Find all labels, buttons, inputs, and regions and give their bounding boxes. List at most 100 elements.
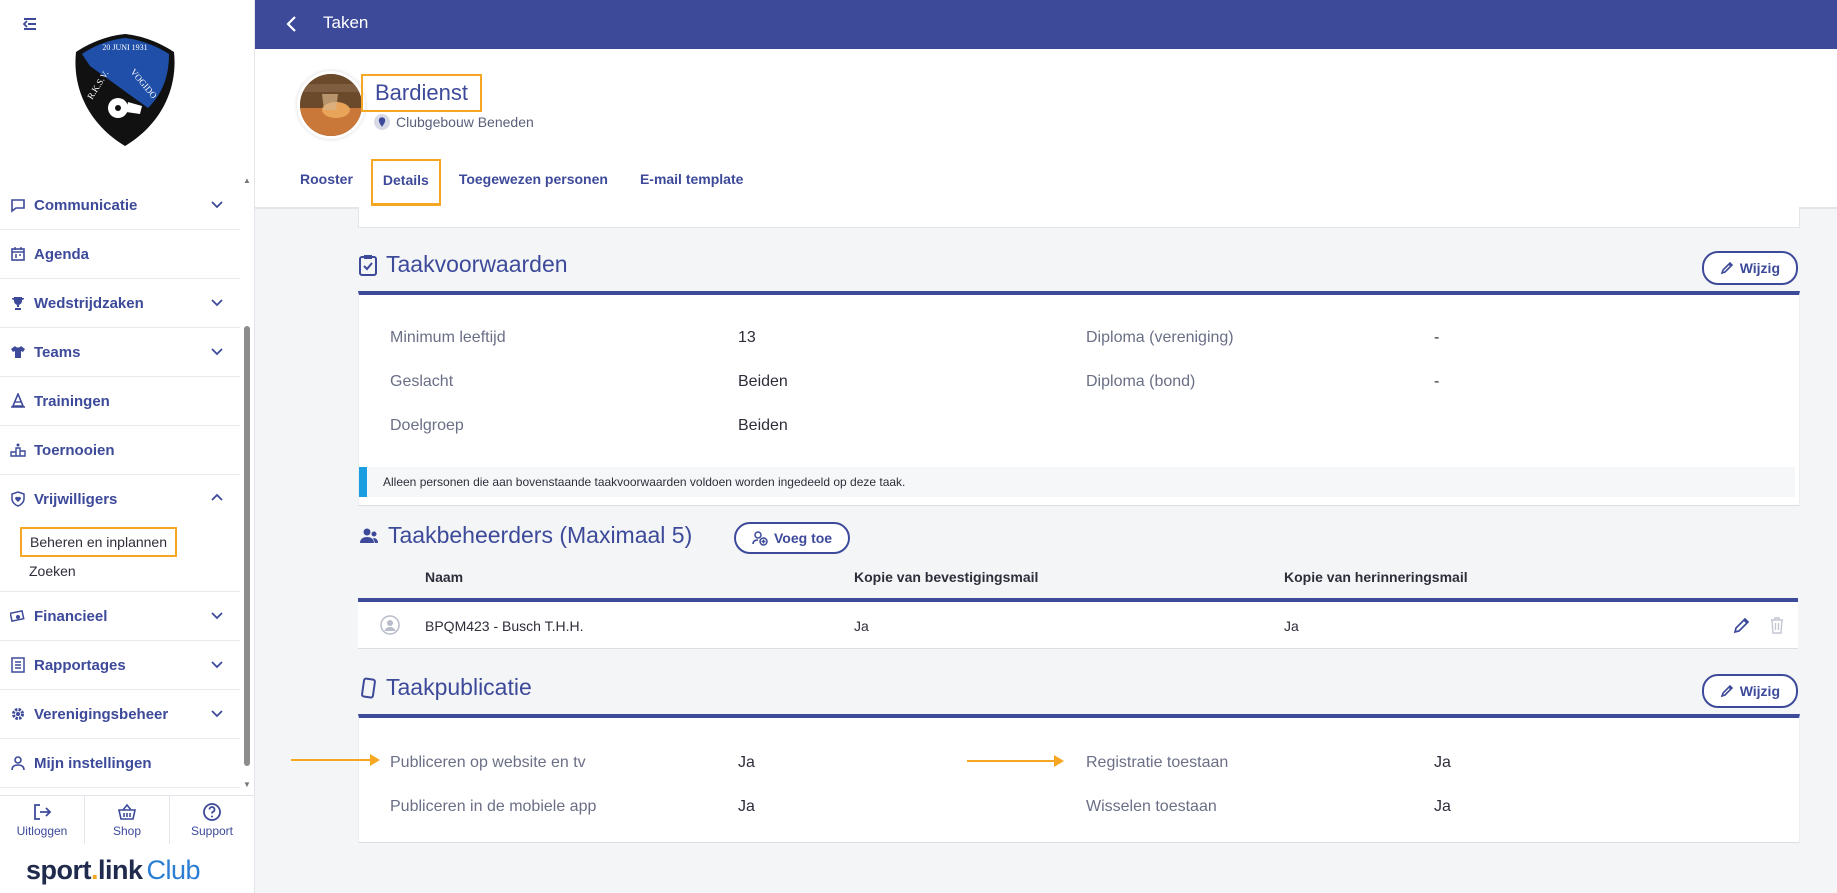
support-button[interactable]: Support — [170, 796, 254, 844]
shop-button[interactable]: Shop — [85, 796, 170, 844]
min-age-label: Minimum leeftijd — [390, 329, 506, 346]
publish-app-label: Publiceren in de mobiele app — [390, 798, 597, 815]
sidebar-item-label: Wedstrijdzaken — [34, 294, 144, 312]
sportlink-logo: sport.link Club — [26, 855, 201, 886]
target-group-value: Beiden — [738, 417, 788, 434]
logout-button[interactable]: Uitloggen — [0, 796, 85, 844]
taakvoorwaarden-card: Minimum leeftijd 13 Geslacht Beiden Doel… — [358, 291, 1800, 506]
sidebar-item-label: Trainingen — [34, 392, 110, 410]
tab-email-template[interactable]: E-mail template — [640, 159, 743, 205]
sidebar-item-agenda[interactable]: Agenda — [0, 230, 240, 279]
gear-icon — [10, 706, 26, 722]
taakpublicatie-card: Publiceren op website en tv Ja Publicere… — [358, 714, 1800, 843]
sidebar-item-wedstrijdzaken[interactable]: Wedstrijdzaken — [0, 279, 240, 328]
diploma-bond-label: Diploma (bond) — [1086, 373, 1196, 390]
page-title: Taken — [323, 13, 369, 32]
sidebar-item-toernooien[interactable]: Toernooien — [0, 426, 240, 475]
diploma-club-label: Diploma (vereniging) — [1086, 329, 1234, 346]
sidebar-item-label: Financieel — [34, 607, 108, 625]
brand-dot: . — [91, 855, 99, 885]
podium-icon — [10, 442, 26, 458]
pencil-icon — [1720, 261, 1733, 275]
logout-label: Uitloggen — [16, 824, 68, 838]
calendar-icon — [10, 246, 26, 262]
sidebar-item-financieel[interactable]: Financieel — [0, 592, 240, 641]
chevron-down-icon — [210, 657, 224, 671]
registration-label: Registratie toestaan — [1086, 754, 1229, 771]
table-row[interactable]: BPQM423 - Busch T.H.H. Ja Ja — [358, 598, 1798, 649]
collapse-menu-icon[interactable] — [20, 14, 40, 34]
sidebar-subitem-zoeken[interactable]: Zoeken — [0, 557, 240, 585]
task-image — [300, 74, 362, 136]
task-location: Clubgebouw Beneden — [374, 114, 534, 130]
publish-website-value: Ja — [738, 754, 755, 771]
scrollbar-thumb[interactable] — [244, 326, 250, 766]
tab-details[interactable]: Details — [370, 159, 441, 206]
target-group-label: Doelgroep — [390, 417, 464, 434]
voeg-toe-button[interactable]: Voeg toe — [734, 522, 851, 554]
row-name: BPQM423 - Busch T.H.H. — [425, 618, 584, 634]
registration-value: Ja — [1434, 754, 1451, 771]
shirt-icon — [10, 344, 26, 360]
sidebar-item-label: Toernooien — [34, 441, 115, 459]
sidebar-scrollbar[interactable]: ▲ ▼ — [241, 176, 253, 796]
sidebar-item-vrijwilligers[interactable]: Vrijwilligers — [0, 475, 240, 523]
section-title-taakbeheerders: Taakbeheerders (Maximaal 5) — [358, 522, 692, 549]
edit-pencil-icon[interactable] — [1733, 616, 1751, 634]
heart-shield-icon — [10, 491, 26, 507]
gender-label: Geslacht — [390, 373, 454, 390]
location-pin-icon — [374, 114, 390, 130]
sidebar-item-label: Agenda — [34, 245, 90, 263]
chat-icon — [10, 197, 26, 213]
user-icon — [10, 755, 26, 771]
back-arrow-icon[interactable] — [283, 14, 301, 34]
wijzig-label: Wijzig — [1739, 683, 1780, 699]
brand-part1: sport — [26, 855, 92, 885]
chevron-down-icon — [210, 706, 224, 720]
brand-club: Club — [146, 855, 201, 885]
sidebar-item-label: Rapportages — [34, 656, 126, 674]
sidebar-item-label: Verenigingsbeheer — [34, 705, 169, 723]
report-icon — [10, 657, 26, 673]
previous-card-bottom — [358, 207, 1800, 228]
column-header-herinneringsmail: Kopie van herinneringsmail — [1284, 569, 1468, 585]
sidebar-item-label: Communicatie — [34, 196, 138, 214]
scroll-up-icon[interactable]: ▲ — [243, 176, 251, 185]
tab-bar: Rooster Details Toegewezen personen E-ma… — [300, 159, 775, 206]
sidebar-item-label: Vrijwilligers — [34, 490, 118, 508]
sidebar-item-teams[interactable]: Teams — [0, 328, 240, 377]
row-reminder-copy: Ja — [1284, 618, 1299, 634]
task-header: Bardienst Clubgebouw Beneden Rooster Det… — [255, 49, 1837, 209]
trash-icon[interactable] — [1769, 616, 1785, 634]
club-logo: 20 JUNI 1931 R.K.S.V. VOGIDO — [70, 30, 180, 150]
swap-value: Ja — [1434, 798, 1451, 815]
diploma-club-value: - — [1434, 329, 1440, 346]
sidebar-subitem-beheren[interactable]: Beheren en inplannen — [20, 527, 178, 557]
tab-toegewezen-personen[interactable]: Toegewezen personen — [459, 159, 608, 205]
pencil-icon — [1720, 684, 1733, 698]
brand-part2: link — [98, 855, 143, 885]
section-title-taakvoorwaarden: Taakvoorwaarden — [358, 251, 568, 278]
clipboard-check-icon — [358, 254, 378, 276]
tab-rooster[interactable]: Rooster — [300, 159, 353, 205]
sidebar-item-mijn-instellingen[interactable]: Mijn instellingen — [0, 739, 240, 788]
sidebar-item-communicatie[interactable]: Communicatie — [0, 181, 240, 230]
person-avatar-icon — [380, 615, 400, 635]
sidebar-item-verenigingsbeheer[interactable]: Verenigingsbeheer — [0, 690, 240, 739]
wijzig-publicatie-button[interactable]: Wijzig — [1701, 674, 1798, 708]
chevron-down-icon — [210, 197, 224, 211]
trophy-icon — [10, 295, 26, 311]
annotation-arrow-website — [291, 754, 380, 766]
help-icon — [203, 803, 221, 821]
section-title-label: Taakvoorwaarden — [386, 251, 568, 277]
sidebar-item-label: Mijn instellingen — [34, 754, 152, 772]
sidebar-item-rapportages[interactable]: Rapportages — [0, 641, 240, 690]
logout-icon — [34, 804, 52, 820]
wijzig-voorwaarden-button[interactable]: Wijzig — [1701, 251, 1798, 285]
support-label: Support — [190, 824, 234, 838]
sidebar-item-trainingen[interactable]: Trainingen — [0, 377, 240, 426]
info-notice: Alleen personen die aan bovenstaande taa… — [359, 467, 1795, 497]
sidebar: 20 JUNI 1931 R.K.S.V. VOGIDO Communicati… — [0, 0, 255, 893]
chevron-down-icon — [210, 295, 224, 309]
scroll-down-icon[interactable]: ▼ — [243, 780, 251, 789]
